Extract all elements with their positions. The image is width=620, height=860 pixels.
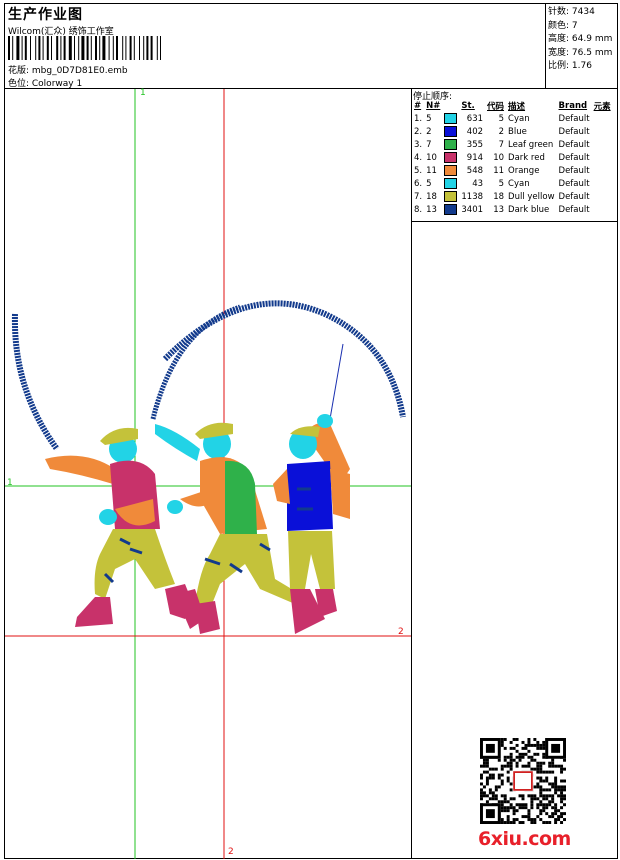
page-title: 生产作业图: [8, 7, 83, 23]
table-header-row: # N# St. 代码 描述 Brand 元素: [412, 100, 613, 112]
col-desc: 描述: [508, 102, 526, 112]
color-swatch: [444, 191, 458, 202]
color-swatch: [444, 139, 458, 150]
sequence-row: 2. 2 402 2 Blue Default: [414, 126, 590, 137]
fishing-line: [329, 343, 344, 420]
rod-arc: [162, 300, 406, 418]
color-swatch: [444, 165, 458, 176]
color-swatch: [444, 126, 458, 137]
design-file: 花版: mbg_0D7D81E0.emb: [8, 66, 128, 76]
sequence-row: 1. 5 631 5 Cyan Default: [414, 113, 590, 124]
sequence-row: 3. 7 355 7 Leaf green Default: [414, 139, 590, 150]
stat-stitches: 针数: 7434: [548, 7, 595, 17]
color-sequence-table: # N# St. 代码 描述 Brand 元素 1. 5 631 5 Cyan Defau…: [412, 100, 613, 216]
stat-colors: 颜色: 7: [548, 20, 578, 31]
stat-height: 高度: 64.9 mm: [548, 34, 613, 44]
color-swatch: [444, 178, 458, 189]
rod-left: [11, 313, 60, 451]
col-element: 元素: [593, 102, 611, 112]
sequence-row: 4. 10 914 10 Dark red Default: [414, 152, 590, 163]
qr-code: [480, 738, 566, 824]
rod-middle-lower: [150, 304, 241, 420]
sequence-row: 7. 18 1138 18 Dull yellow Default: [414, 191, 590, 202]
col-code: 代码: [487, 102, 505, 112]
embroidery-design: [5, 89, 411, 859]
sequence-divider: [411, 221, 618, 222]
col-needle: N#: [426, 101, 441, 111]
fisherman-left: [45, 427, 195, 627]
fisherman-right: [273, 414, 350, 634]
col-stitches: St.: [461, 101, 475, 111]
colorway: 色位: Colorway 1: [8, 79, 83, 89]
col-index: #: [414, 101, 422, 111]
guide-label-red-right: 2: [398, 627, 404, 637]
sequence-row: 8. 13 3401 13 Dark blue Default: [414, 204, 590, 215]
guide-label-green-top: 1: [140, 88, 146, 98]
stat-width: 宽度: 76.5 mm: [548, 47, 613, 58]
stats-panel: 针数: 7434 颜色: 7 高度: 64.9 mm 宽度: 76.5 mm 比…: [548, 6, 612, 74]
color-swatch: [444, 113, 458, 124]
barcode: [8, 36, 161, 60]
color-swatch: [444, 152, 458, 163]
stats-divider: [545, 3, 546, 88]
watermark-logo: 6xiu.com: [478, 828, 571, 850]
sequence-row: 5. 11 548 11 Orange Default: [414, 165, 590, 176]
guide-label-red-bottom: 2: [228, 847, 234, 857]
stat-scale: 比例: 1.76: [548, 61, 592, 71]
color-swatch: [444, 204, 458, 215]
col-brand: Brand: [558, 101, 588, 111]
sequence-row: 6. 5 43 5 Cyan Default: [414, 178, 590, 189]
guide-label-green-left: 1: [7, 478, 13, 488]
